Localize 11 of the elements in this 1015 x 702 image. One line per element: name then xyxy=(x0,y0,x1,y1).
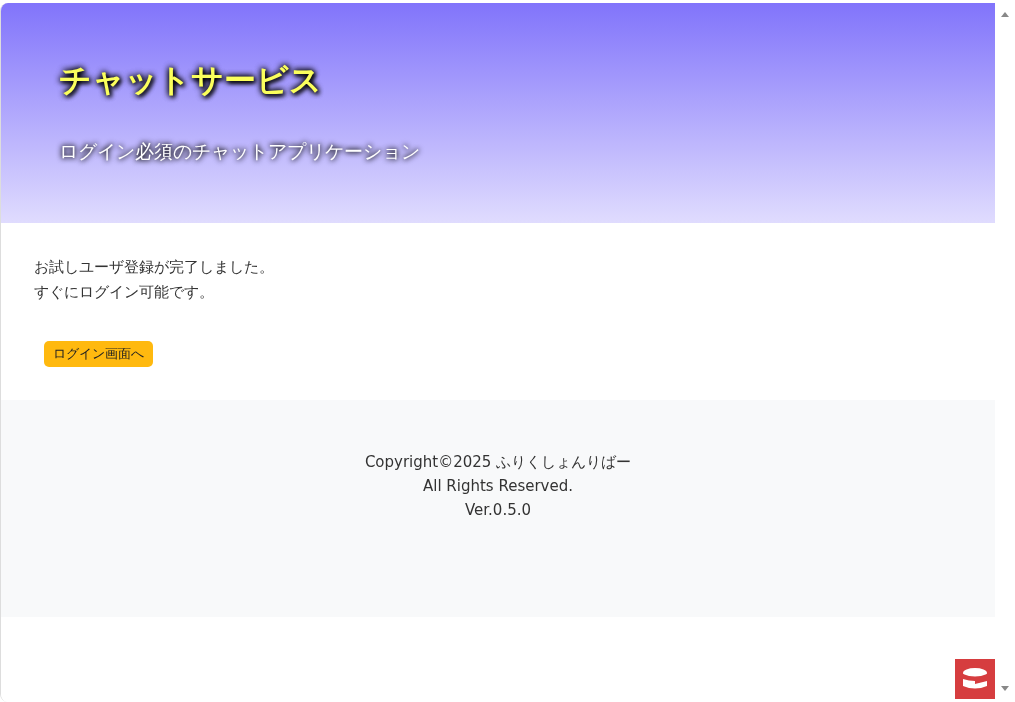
site-title: チャットサービス xyxy=(59,60,322,101)
message-text: すぐにログイン可能です。 xyxy=(34,282,215,303)
footer-text: All Rights Reserved. xyxy=(423,476,573,497)
scroll-up-icon[interactable] xyxy=(1000,11,1010,17)
footer-text: Ver.0.5.0 xyxy=(464,500,532,521)
message-text: お試しユーザ登録が完了しました。 xyxy=(34,257,274,278)
scroll-down-icon[interactable] xyxy=(1000,686,1010,692)
footer-text: Copyright©2025 ふりくしょんりばー xyxy=(364,452,632,473)
cake-icon[interactable] xyxy=(955,659,995,699)
site-subtitle: ログイン必須のチャットアプリケーション xyxy=(59,139,421,164)
login-button[interactable]: ログイン画面へ xyxy=(44,341,153,367)
